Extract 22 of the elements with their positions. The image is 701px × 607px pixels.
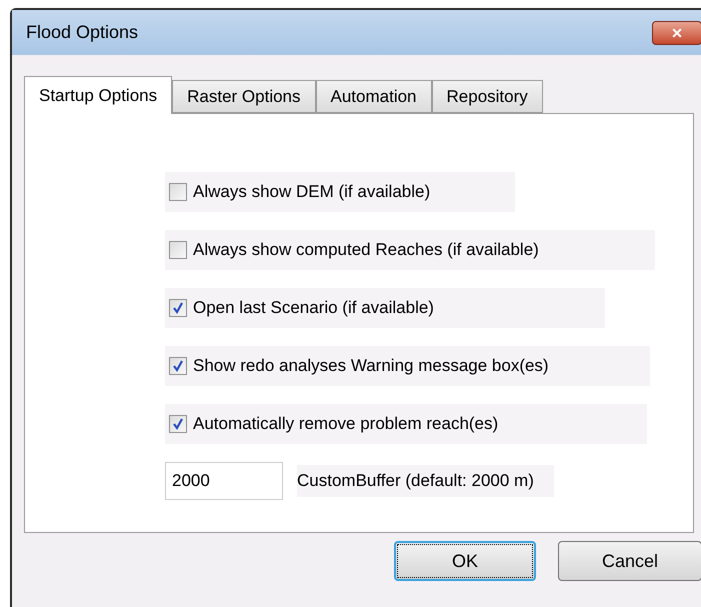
- checkmark-icon: [172, 418, 184, 430]
- tab[interactable]: Automation: [316, 80, 432, 113]
- dialog-button[interactable]: OK: [394, 541, 536, 581]
- checkmark-icon: [172, 302, 184, 314]
- checkbox[interactable]: [169, 357, 187, 375]
- tab[interactable]: Startup Options: [24, 76, 172, 114]
- checkbox-label: Automatically remove problem reach(es): [193, 413, 498, 436]
- checkbox-label: Show redo analyses Warning message box(es): [193, 355, 549, 378]
- checkbox-label: Always show computed Reaches (if available): [193, 239, 539, 262]
- checkbox[interactable]: [169, 415, 187, 433]
- checkbox-label: Always show DEM (if available): [193, 181, 430, 204]
- checkbox[interactable]: [169, 183, 187, 201]
- checkbox[interactable]: [169, 241, 187, 259]
- checkbox[interactable]: [169, 299, 187, 317]
- input-field[interactable]: 2000: [165, 462, 283, 500]
- dialog-button[interactable]: Cancel: [558, 541, 701, 581]
- field-label: CustomBuffer (default: 2000 m): [297, 465, 554, 497]
- window-title: Flood Options: [26, 21, 138, 44]
- tab[interactable]: Raster Options: [172, 80, 316, 113]
- tab[interactable]: Repository: [432, 80, 543, 113]
- checkbox-label: Open last Scenario (if available): [193, 297, 434, 320]
- checkmark-icon: [172, 360, 184, 372]
